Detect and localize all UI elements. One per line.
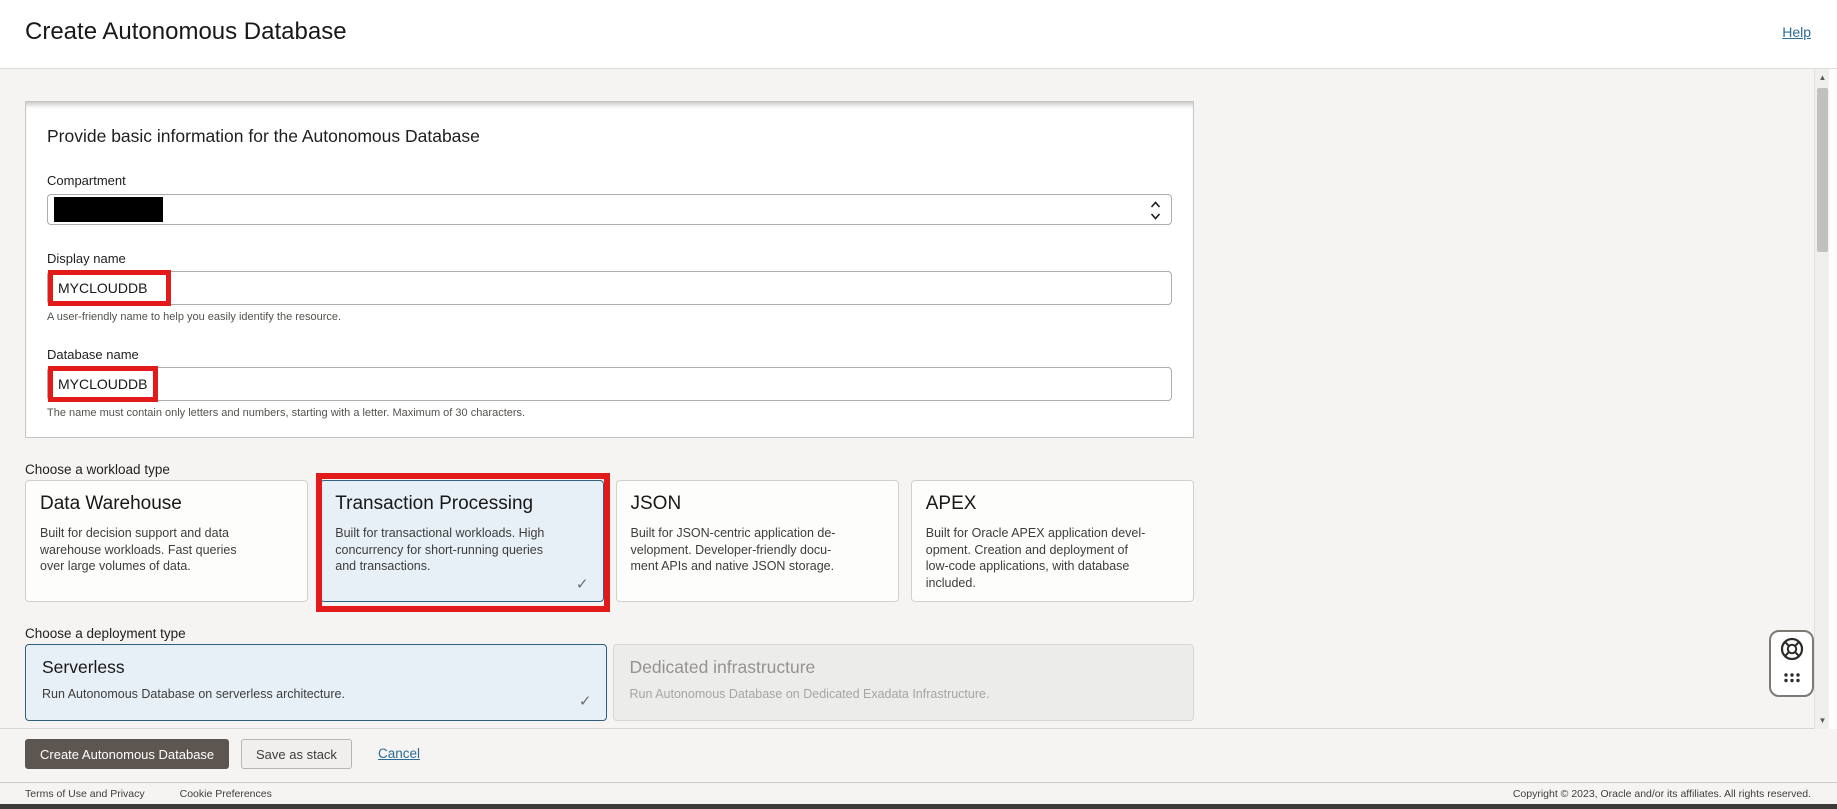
deployment-card-serverless[interactable]: Serverless Run Autonomous Database on se… [25,644,607,721]
database-name-helper: The name must contain only letters and n… [47,407,526,419]
grid-dots-icon [1782,672,1802,691]
workload-type-label: Choose a workload type [25,462,170,477]
card-description: Run Autonomous Database on Dedicated Exa… [629,687,990,701]
compartment-select[interactable] [47,194,1172,225]
create-autonomous-database-button[interactable]: Create Autonomous Database [25,739,230,769]
card-description: Run Autonomous Database on serverless ar… [42,687,345,701]
scrollbar-thumb[interactable] [1817,88,1828,252]
workload-card-transaction-processing[interactable]: Transaction Processing Built for transac… [320,480,604,602]
cancel-link[interactable]: Cancel [378,746,420,761]
support-widget-button[interactable] [1769,630,1814,697]
page-footer: Terms of Use and Privacy Cookie Preferen… [0,782,1837,804]
database-name-input-wrap [47,366,1172,402]
database-name-label: Database name [47,347,139,362]
page-header: Create Autonomous Database Help [0,0,1837,69]
card-title: Transaction Processing [335,493,534,514]
display-name-input-wrap [47,270,1172,306]
terms-of-use-link[interactable]: Terms of Use and Privacy [25,788,145,800]
action-bar: Create Autonomous Database Save as stack… [0,729,1837,782]
card-description: Built for Oracle APEX application devel-… [925,526,1146,590]
card-description: Built for decision support and data ware… [40,526,237,573]
workload-card-apex[interactable]: APEX Built for Oracle APEX application d… [910,480,1194,602]
database-name-input[interactable] [47,367,1172,401]
deployment-card-dedicated-infrastructure: Dedicated infrastructure Run Autonomous … [612,644,1194,721]
card-description: Built for JSON-centric application de- v… [630,526,836,573]
scrollbar-up-icon[interactable]: ▲ [1815,69,1830,86]
card-title: JSON [630,493,682,514]
selected-checkmark-icon: ✓ [575,576,589,593]
content-area: Provide basic information for the Autono… [0,69,1837,729]
basic-info-panel: Provide basic information for the Autono… [25,101,1194,438]
card-title: Data Warehouse [40,493,182,514]
scrollbar-down-icon[interactable]: ▼ [1815,712,1830,729]
basic-info-heading: Provide basic information for the Autono… [47,126,480,146]
bottom-edge-strip [0,804,1837,809]
save-as-stack-button[interactable]: Save as stack [241,739,352,769]
deployment-card-row: Serverless Run Autonomous Database on se… [25,644,1194,721]
card-title: Serverless [42,657,125,677]
copyright-text: Copyright © 2023, Oracle and/or its affi… [1512,788,1811,800]
workload-card-data-warehouse[interactable]: Data Warehouse Built for decision suppor… [25,480,309,602]
card-description: Built for transactional workloads. High … [335,526,545,573]
help-link[interactable]: Help [1782,24,1811,40]
workload-card-json[interactable]: JSON Built for JSON-centric application … [615,480,899,602]
footer-links: Terms of Use and Privacy Cookie Preferen… [25,788,272,800]
compartment-value-redacted [54,197,163,222]
display-name-label: Display name [47,251,126,266]
right-gutter [1829,69,1837,729]
vertical-scrollbar[interactable]: ▲ ▼ [1814,69,1829,729]
cookie-preferences-link[interactable]: Cookie Preferences [180,788,272,800]
page-title: Create Autonomous Database [25,18,347,45]
display-name-input[interactable] [47,271,1172,305]
select-chevrons-icon [1150,199,1161,227]
support-lifebuoy-icon [1779,636,1805,667]
selected-checkmark-icon: ✓ [578,693,592,710]
workload-card-row: Data Warehouse Built for decision suppor… [25,473,1194,612]
deployment-type-label: Choose a deployment type [25,626,186,641]
compartment-label: Compartment [47,173,126,188]
card-title: Dedicated infrastructure [629,657,816,677]
card-title: APEX [925,493,977,514]
display-name-helper: A user-friendly name to help you easily … [47,311,342,323]
